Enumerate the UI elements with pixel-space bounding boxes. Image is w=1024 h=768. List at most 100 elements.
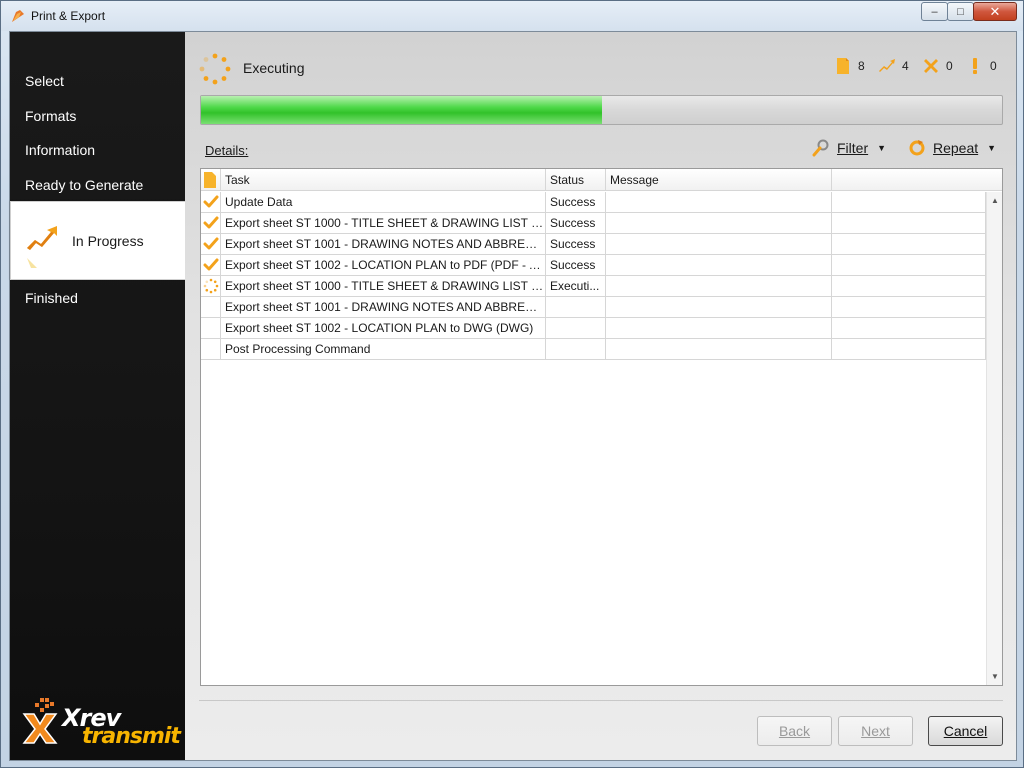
row-message-cell [606,318,832,338]
column-document-icon [204,172,216,188]
back-button-label: Back [778,723,811,739]
sidebar-item-information[interactable]: Information [25,142,95,158]
row-message-cell [606,297,832,317]
row-task-cell: Export sheet ST 1001 - DRAWING NOTES AND… [221,234,546,254]
next-button[interactable]: Next [838,716,913,746]
column-header-message[interactable]: Message [606,169,832,191]
executing-spinner-icon [199,53,231,85]
row-task-cell: Export sheet ST 1002 - LOCATION PLAN to … [221,255,546,275]
row-filler-cell [832,234,986,254]
close-button[interactable]: ✕ [973,2,1017,21]
title-bar: Print & Export ‒ □ ✕ [1,1,1023,31]
stat-total-count: 8 [858,59,865,73]
xrev-transmit-logo: Xrev transmit [16,692,184,756]
table-row[interactable]: Export sheet ST 1001 - DRAWING NOTES AND… [201,234,986,255]
repeat-icon [909,140,925,156]
row-status-icon-cell [201,318,221,338]
minimize-icon: ‒ [931,5,938,18]
xrev-logo-mark-icon [22,698,58,744]
row-status-icon-cell [201,234,221,254]
check-icon [203,237,219,250]
row-message-cell [606,255,832,275]
sidebar-item-select[interactable]: Select [25,73,64,89]
sidebar-item-in-progress[interactable]: In Progress [10,201,193,280]
error-x-icon [924,59,938,73]
row-message-cell [606,213,832,233]
sidebar-item-ready-to-generate[interactable]: Ready to Generate [25,177,143,193]
table-row[interactable]: Update Data Success [201,192,986,213]
table-row[interactable]: Post Processing Command [201,339,986,360]
progress-fill [201,96,602,124]
filter-dropdown-icon: ▼ [877,143,887,153]
row-task-cell: Post Processing Command [221,339,546,359]
stat-success-count: 4 [902,59,909,73]
row-status-cell: Success [546,213,606,233]
repeat-button[interactable]: Repeat ▼ [908,139,996,157]
app-icon [12,10,24,22]
progress-bar [200,95,1003,125]
details-grid: Task Status Message Update Data Success Ex… [200,168,1003,686]
row-message-cell [606,192,832,212]
row-status-icon-cell [201,297,221,317]
row-filler-cell [832,213,986,233]
stat-total: 8 [834,57,872,75]
sidebar-item-formats[interactable]: Formats [25,108,76,124]
document-icon [837,58,849,74]
vertical-scrollbar[interactable]: ▲ ▼ [986,192,1002,685]
check-icon [203,216,219,229]
row-task-cell: Export sheet ST 1001 - DRAWING NOTES AND… [221,297,546,317]
row-filler-cell [832,318,986,338]
row-status-icon-cell [201,213,221,233]
window-controls: ‒ □ ✕ [921,2,1017,21]
row-task-cell: Export sheet ST 1000 - TITLE SHEET & DRA… [221,213,546,233]
back-button[interactable]: Back [757,716,832,746]
main-panel: Executing 8 4 0 0 Details: Filter ▼ Repe… [185,32,1016,760]
footer-divider [199,700,1003,701]
row-status-cell: Success [546,255,606,275]
grid-header: Task Status Message [201,169,1002,191]
row-message-cell [606,339,832,359]
sidebar-item-finished[interactable]: Finished [25,290,78,306]
table-row[interactable]: Export sheet ST 1000 - TITLE SHEET & DRA… [201,213,986,234]
row-status-cell: Success [546,234,606,254]
row-task-cell: Export sheet ST 1000 - TITLE SHEET & DRA… [221,276,546,296]
stat-success: 4 [878,57,916,75]
row-status-cell: Success [546,192,606,212]
table-row[interactable]: Export sheet ST 1002 - LOCATION PLAN to … [201,318,986,339]
row-status-icon-cell [201,255,221,275]
stat-errors: 0 [922,57,960,75]
cancel-button[interactable]: Cancel [928,716,1003,746]
spinner-icon [203,278,219,294]
row-task-cell: Update Data [221,192,546,212]
execution-status-label: Executing [243,60,305,76]
close-icon: ✕ [989,3,1001,19]
row-filler-cell [832,192,986,212]
table-row[interactable]: Export sheet ST 1000 - TITLE SHEET & DRA… [201,276,986,297]
row-filler-cell [832,339,986,359]
client-area: Select Formats Information Ready to Gene… [9,31,1017,761]
check-icon [203,258,219,271]
scroll-up-icon[interactable]: ▲ [991,196,999,205]
row-status-cell [546,339,606,359]
maximize-button[interactable]: □ [947,2,974,21]
column-header-task[interactable]: Task [221,169,546,191]
print-export-window: Print & Export ‒ □ ✕ Select Formats Info… [0,0,1024,768]
sidebar-item-in-progress-label: In Progress [72,233,144,249]
table-row[interactable]: Export sheet ST 1001 - DRAWING NOTES AND… [201,297,986,318]
check-icon [203,195,219,208]
window-title: Print & Export [31,9,106,23]
column-header-status[interactable]: Status [546,169,606,191]
row-status-icon-cell [201,339,221,359]
row-message-cell [606,276,832,296]
row-task-cell: Export sheet ST 1002 - LOCATION PLAN to … [221,318,546,338]
table-row[interactable]: Export sheet ST 1002 - LOCATION PLAN to … [201,255,986,276]
row-message-cell [606,234,832,254]
sidebar: Select Formats Information Ready to Gene… [10,32,185,760]
task-stats: 8 4 0 0 [828,57,1004,75]
minimize-button[interactable]: ‒ [921,2,948,21]
logo-text-transmit: transmit [82,724,181,749]
stat-warnings: 0 [966,57,1004,75]
scroll-down-icon[interactable]: ▼ [991,672,999,681]
cancel-button-label: Cancel [943,723,988,739]
filter-button[interactable]: Filter ▼ [812,139,886,157]
